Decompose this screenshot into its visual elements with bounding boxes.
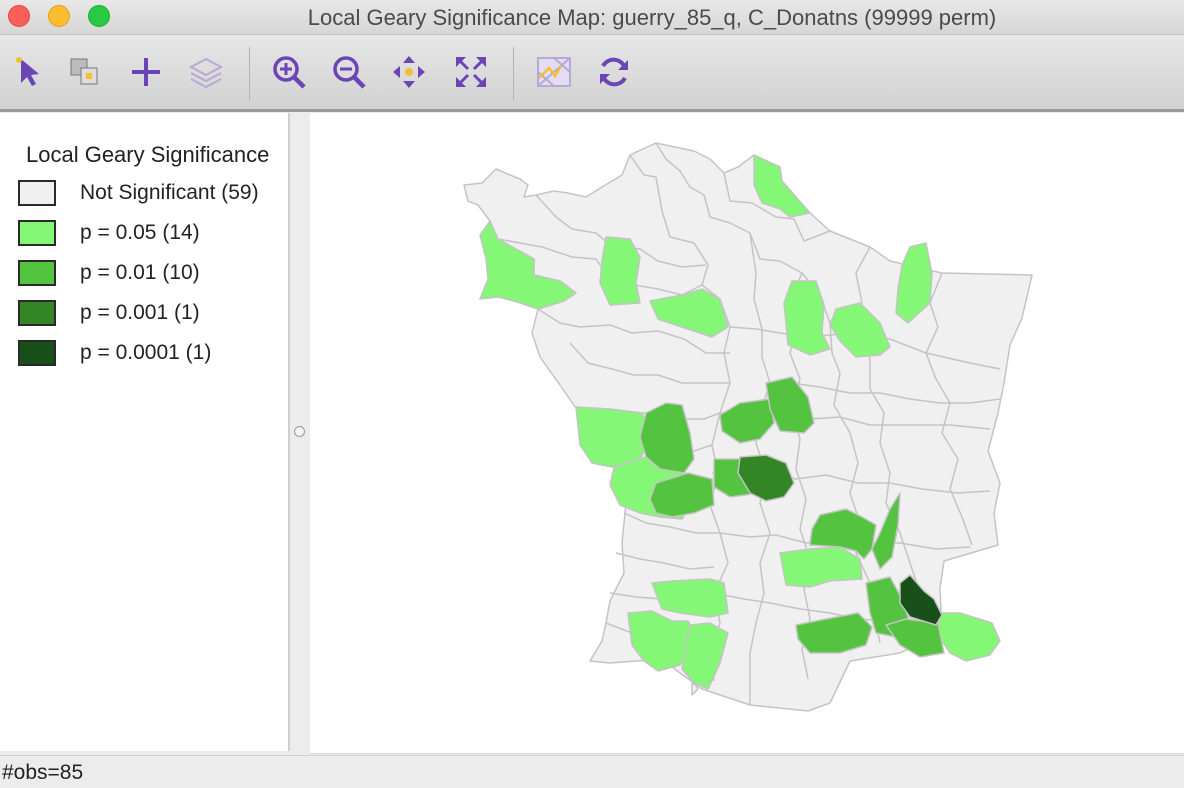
title-bar: Local Geary Significance Map: guerry_85_… <box>0 0 1184 35</box>
full-extent-icon[interactable] <box>452 53 490 91</box>
toolbar <box>0 35 1184 112</box>
legend-label: p = 0.001 (1) <box>80 301 200 324</box>
add-plus-icon[interactable] <box>127 53 165 91</box>
france-map[interactable] <box>310 113 1184 753</box>
map-canvas[interactable] <box>310 113 1184 754</box>
map-region-p005[interactable] <box>937 612 1001 662</box>
window-title: Local Geary Significance Map: guerry_85_… <box>307 5 997 30</box>
select-pointer-icon[interactable] <box>8 53 46 91</box>
minimize-button[interactable] <box>48 5 70 27</box>
obs-count: #obs=85 <box>2 761 84 784</box>
status-bar: #obs=85 <box>0 755 1184 788</box>
map-region-p005[interactable] <box>599 236 641 306</box>
legend-panel: Local Geary Significance Not Significant… <box>0 113 290 751</box>
legend-swatch <box>18 260 56 286</box>
legend-item-p005[interactable]: p = 0.05 (14) <box>18 219 288 251</box>
legend-item-p00001[interactable]: p = 0.0001 (1) <box>18 339 288 371</box>
legend-swatch <box>18 340 56 366</box>
maximize-button[interactable] <box>88 5 110 27</box>
pan-icon[interactable] <box>390 53 428 91</box>
copy-image-icon[interactable] <box>66 53 104 91</box>
legend-item-p0001[interactable]: p = 0.001 (1) <box>18 299 288 331</box>
legend-item-not-significant[interactable]: Not Significant (59) <box>18 179 288 211</box>
legend-label: p = 0.05 (14) <box>80 221 200 244</box>
layers-icon[interactable] <box>187 53 225 91</box>
zoom-out-icon[interactable] <box>330 53 368 91</box>
refresh-icon[interactable] <box>595 53 633 91</box>
close-button[interactable] <box>8 5 30 27</box>
panel-splitter[interactable] <box>290 113 310 751</box>
legend-swatch <box>18 180 56 206</box>
splitter-handle[interactable] <box>294 426 305 437</box>
legend-item-p001[interactable]: p = 0.01 (10) <box>18 259 288 291</box>
legend-label: Not Significant (59) <box>80 181 259 204</box>
legend-label: p = 0.01 (10) <box>80 261 200 284</box>
legend-swatch <box>18 220 56 246</box>
legend-label: p = 0.0001 (1) <box>80 341 212 364</box>
basemap-icon[interactable] <box>535 53 573 91</box>
zoom-in-icon[interactable] <box>270 53 308 91</box>
legend-title: Local Geary Significance <box>26 142 270 167</box>
legend-swatch <box>18 300 56 326</box>
